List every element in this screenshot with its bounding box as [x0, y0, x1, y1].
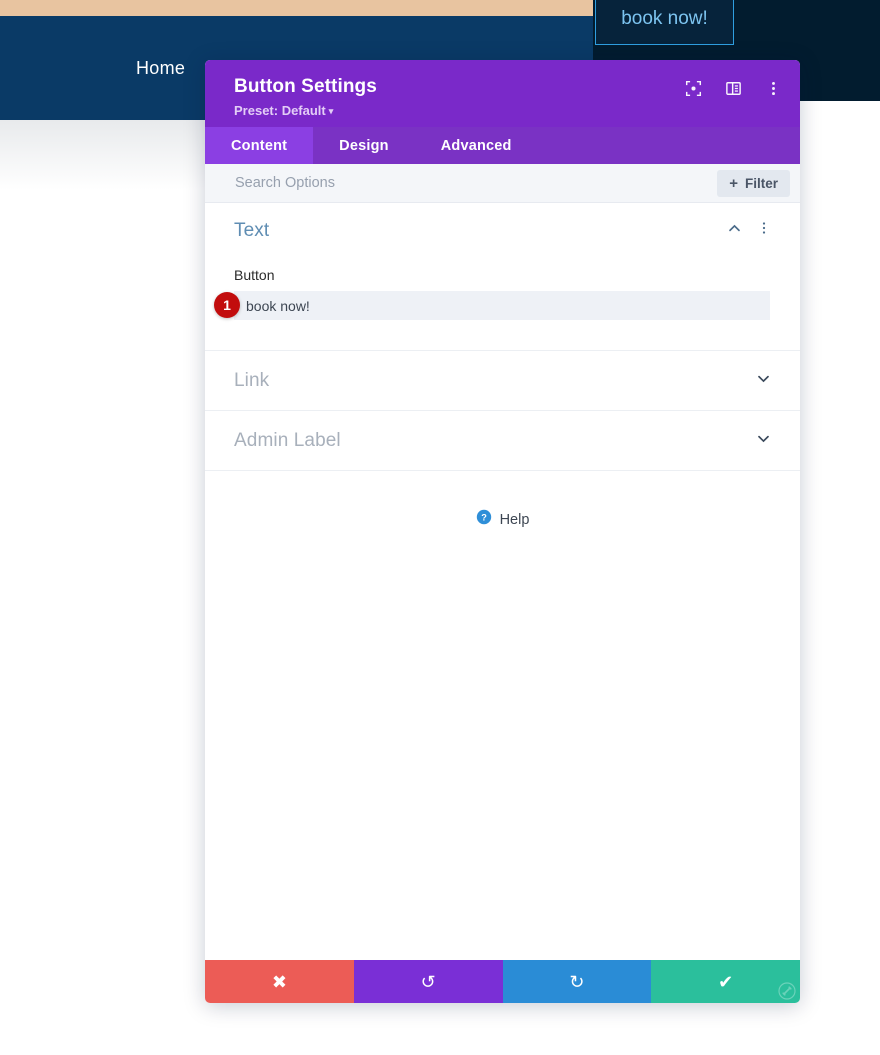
button-settings-modal: Button Settings Preset: Default ▾ Conten… — [205, 60, 800, 1003]
modal-tabs: Content Design Advanced — [205, 127, 800, 164]
book-now-button[interactable]: book now! — [595, 0, 734, 45]
tab-advanced[interactable]: Advanced — [415, 127, 538, 164]
redo-button[interactable]: ↻ — [502, 960, 652, 1003]
section-text-actions — [727, 221, 771, 241]
section-more-vertical-icon[interactable] — [757, 221, 771, 240]
modal-header-actions — [685, 80, 782, 97]
button-text-input[interactable] — [234, 291, 770, 320]
check-icon: ✔ — [718, 971, 734, 992]
top-accent-strip — [0, 0, 593, 16]
search-bar: + Filter — [205, 164, 800, 203]
step-badge-1: 1 — [214, 292, 240, 318]
preset-selector[interactable]: Preset: Default ▾ — [234, 103, 780, 118]
button-field-label: Button — [234, 267, 275, 283]
preset-label: Preset: Default — [234, 103, 326, 118]
search-input[interactable] — [235, 175, 718, 191]
undo-icon: ↺ — [420, 971, 436, 992]
resize-handle-icon[interactable] — [776, 980, 798, 1002]
tab-content[interactable]: Content — [205, 127, 314, 164]
section-text: Text Button 1 — [205, 203, 800, 351]
section-text-header[interactable]: Text — [234, 203, 771, 250]
help-row[interactable]: ? Help — [205, 471, 800, 530]
filter-button[interactable]: + Filter — [717, 169, 790, 197]
chevron-up-icon[interactable] — [727, 221, 742, 241]
more-vertical-icon[interactable] — [765, 80, 782, 97]
focus-target-icon[interactable] — [685, 80, 702, 97]
modal-footer: ✖ ↺ ↻ ✔ — [205, 960, 800, 1003]
section-link[interactable]: Link — [205, 351, 800, 411]
filter-label: Filter — [744, 175, 778, 191]
modal-header: Button Settings Preset: Default ▾ — [205, 60, 800, 127]
caret-down-icon: ▾ — [328, 106, 334, 116]
help-label: Help — [499, 511, 530, 528]
section-admin-label[interactable]: Admin Label — [205, 411, 800, 471]
svg-text:?: ? — [481, 513, 487, 523]
undo-button[interactable]: ↺ — [353, 960, 503, 1003]
cancel-button[interactable]: ✖ — [205, 960, 354, 1003]
button-field-wrap: 1 — [214, 291, 771, 320]
section-text-title: Text — [234, 219, 270, 241]
chevron-down-icon[interactable] — [756, 371, 771, 391]
nav-link-home[interactable]: Home — [136, 58, 185, 79]
tab-design[interactable]: Design — [313, 127, 415, 164]
chevron-down-icon[interactable] — [756, 431, 771, 451]
modal-body: Text Button 1 book now! Link Admin Label… — [205, 203, 800, 960]
close-icon: ✖ — [271, 971, 287, 992]
layout-panel-icon[interactable] — [725, 80, 742, 97]
section-link-title: Link — [234, 369, 270, 391]
help-circle-icon: ? — [476, 509, 492, 530]
redo-icon: ↻ — [569, 971, 585, 992]
plus-icon: + — [729, 174, 738, 192]
section-admin-label-title: Admin Label — [234, 429, 341, 451]
